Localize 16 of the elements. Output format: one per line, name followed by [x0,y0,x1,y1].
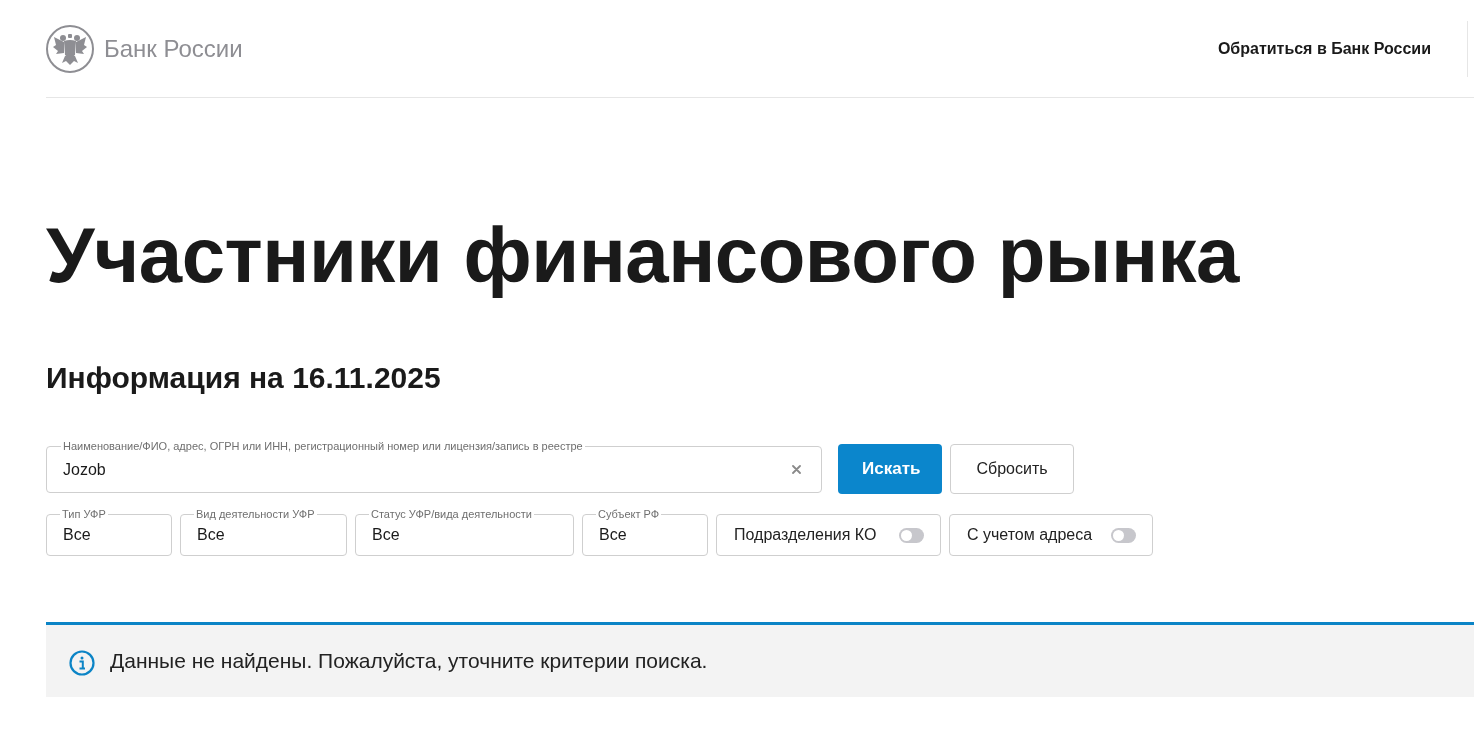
search-button[interactable]: Искать [838,444,942,494]
info-heading: Информация на 16.11.2025 [46,363,441,393]
field-label: Тип УФР [60,509,108,520]
contact-link[interactable]: Обратиться в Банк России [1217,36,1431,61]
toggle-option[interactable]: С учетом адреса [949,514,1153,556]
toggle-switch[interactable] [1111,527,1136,543]
info-icon [69,649,95,676]
field-label: Субъект РФ [596,509,662,520]
toggle-switch[interactable] [899,527,924,543]
reset-button[interactable]: Сбросить [950,444,1074,494]
clear-icon[interactable] [792,465,801,474]
toggle-option[interactable]: Подразделения КО [716,514,941,556]
bird-emblem-icon[interactable] [46,24,94,73]
field-label: Статус УФР/вида деятельности [369,509,534,520]
alert-message: Данные не найдены. Пожалуйста, уточните критерии поиска. [110,648,708,675]
field-label: Вид деятельности УФР [194,509,317,520]
